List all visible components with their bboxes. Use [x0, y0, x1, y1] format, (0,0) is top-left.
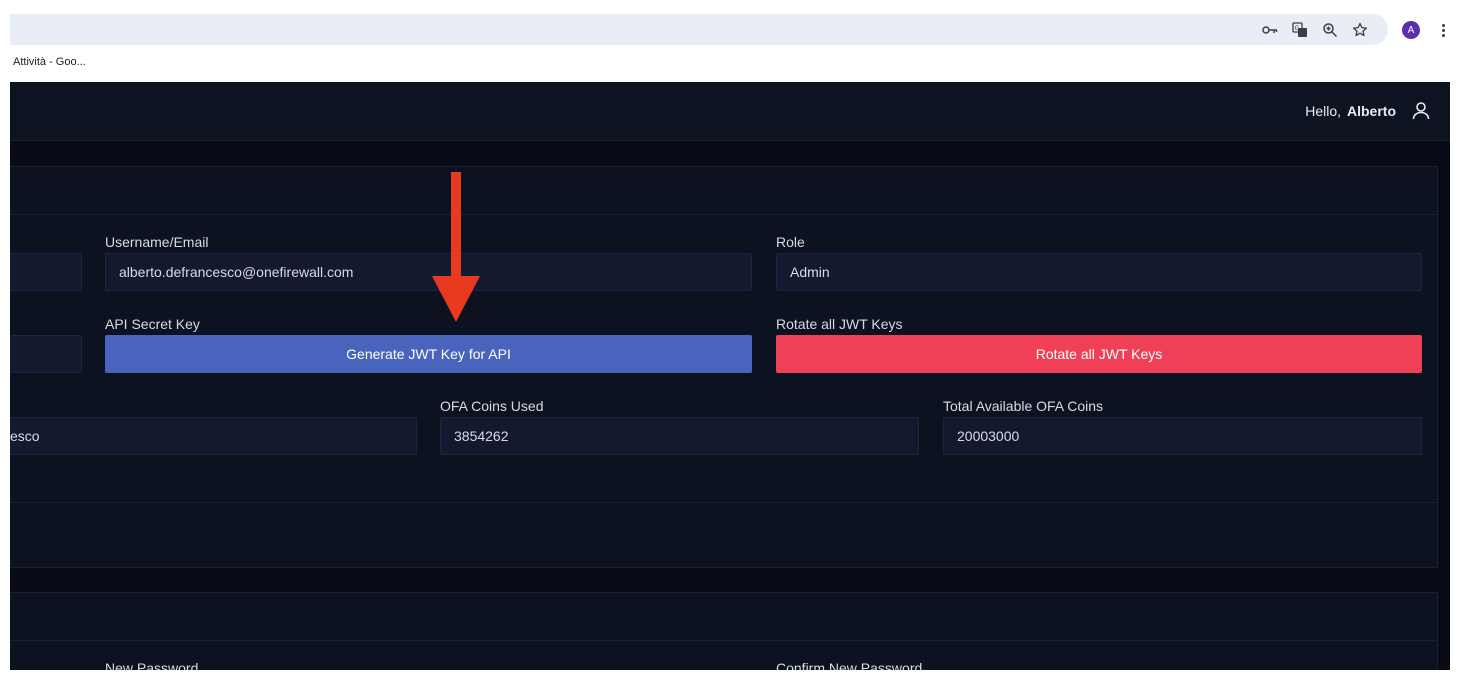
password-card: New Password Confirm New Password [10, 592, 1438, 670]
api-secret-key-label: API Secret Key [105, 316, 200, 332]
bookmark-item[interactable]: Attività - Goo... [13, 56, 86, 68]
address-bar-actions: G [1262, 14, 1368, 45]
confirm-password-label: Confirm New Password [776, 660, 923, 670]
address-bar[interactable]: G [10, 14, 1388, 45]
api-left-field[interactable] [10, 335, 82, 373]
generate-jwt-button[interactable]: Generate JWT Key for API [105, 335, 752, 373]
coins-available-label: Total Available OFA Coins [943, 398, 1104, 414]
rotate-jwt-button[interactable]: Rotate all JWT Keys [776, 335, 1422, 373]
rotate-jwt-label: Rotate all JWT Keys [776, 316, 903, 332]
username-label: Username/Email [105, 234, 209, 250]
more-icon[interactable] [1436, 20, 1450, 40]
annotation-arrow-icon [432, 172, 480, 322]
browser-toolbar: G A Attività - Goo... [0, 0, 1460, 82]
account-card: Username/Email alberto.defrancesco@onefi… [10, 166, 1438, 568]
app-container: Hello, Alberto Username/Email alberto.de… [10, 82, 1450, 670]
coins-used-label: OFA Coins Used [440, 398, 544, 414]
profile-avatar[interactable]: A [1402, 21, 1420, 39]
star-icon[interactable] [1352, 22, 1368, 38]
user-icon[interactable] [1410, 100, 1432, 122]
zoom-icon[interactable] [1322, 22, 1338, 38]
user-greeting: Hello, Alberto [1305, 100, 1432, 122]
user-name: Alberto [1347, 103, 1396, 119]
app-header: Hello, Alberto [10, 82, 1450, 141]
account-card-footer [10, 502, 1437, 568]
role-label: Role [776, 234, 805, 250]
svg-text:G: G [1295, 25, 1300, 32]
last-name-field[interactable]: esco [10, 417, 417, 455]
account-card-header [10, 167, 1437, 215]
coins-used-field[interactable]: 3854262 [440, 417, 919, 455]
new-password-label: New Password [105, 660, 199, 670]
username-field[interactable]: alberto.defrancesco@onefirewall.com [105, 253, 752, 291]
password-card-header [10, 593, 1437, 641]
key-icon[interactable] [1262, 22, 1278, 38]
first-name-field[interactable] [10, 253, 82, 291]
role-field[interactable]: Admin [776, 253, 1422, 291]
translate-icon[interactable]: G [1292, 21, 1308, 38]
coins-available-field[interactable]: 20003000 [943, 417, 1422, 455]
greeting-prefix: Hello, [1305, 103, 1341, 119]
